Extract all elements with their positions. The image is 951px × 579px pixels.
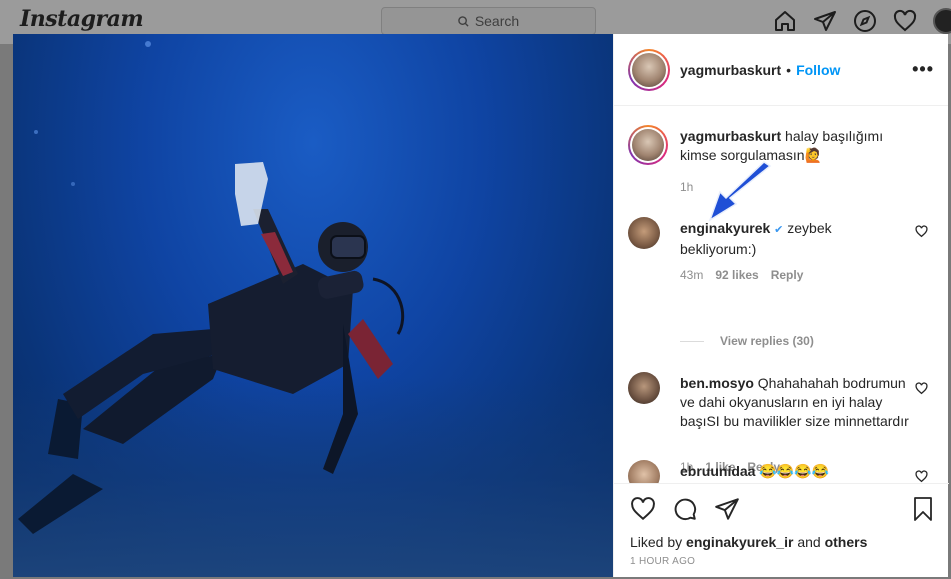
follow-button[interactable]: Follow — [796, 62, 840, 78]
separator-dot: • — [786, 61, 792, 78]
comment-body: enginakyurek ✔ zeybek bekliyorum:) — [680, 219, 910, 259]
avatar[interactable] — [628, 217, 660, 249]
activity-heart-icon[interactable] — [893, 9, 917, 33]
post-header: yagmurbaskurt • Follow ••• — [614, 34, 948, 106]
replies-divider — [680, 340, 704, 342]
liked-prefix: Liked by — [630, 534, 687, 550]
caption-text: yagmurbaskurt halay başılığımı kimse sor… — [680, 127, 910, 165]
home-icon[interactable] — [773, 9, 797, 33]
nav-icons — [773, 8, 951, 34]
post-timestamp[interactable]: 1 HOUR AGO — [630, 556, 695, 567]
comment-username[interactable]: ebruunidaa — [680, 463, 755, 479]
avatar[interactable] — [628, 460, 660, 483]
comments-list[interactable]: yagmurbaskurt halay başılığımı kimse sor… — [614, 107, 949, 483]
post-modal: yagmurbaskurt • Follow ••• yagmurbaskurt… — [13, 34, 949, 577]
diver-illustration — [18, 41, 405, 534]
liked-by-text: Liked by enginakyurek_ir and others — [630, 534, 867, 550]
comment-like-heart-icon[interactable] — [915, 382, 928, 395]
profile-avatar[interactable] — [933, 8, 951, 34]
comment-username[interactable]: ben.mosyo — [680, 375, 754, 391]
avatar[interactable] — [628, 372, 660, 404]
post-actions: Liked by enginakyurek_ir and others 1 HO… — [614, 483, 949, 577]
verified-badge-icon: ✔ — [774, 224, 784, 236]
search-icon — [458, 15, 469, 27]
liked-others[interactable]: others — [825, 534, 868, 550]
search-placeholder: Search — [474, 13, 520, 29]
explore-icon[interactable] — [853, 9, 877, 33]
comment-time[interactable]: 43m — [680, 268, 703, 282]
reply-button[interactable]: Reply — [771, 268, 804, 282]
more-options-button[interactable]: ••• — [912, 59, 934, 80]
bookmark-icon[interactable] — [911, 496, 935, 522]
comment-text: 😂😂😂😂 — [755, 463, 830, 479]
view-replies-label: View replies (30) — [720, 334, 814, 348]
action-icons — [630, 496, 740, 522]
comment-icon[interactable] — [672, 496, 698, 522]
comment-time[interactable]: 1h — [680, 180, 693, 194]
direct-icon[interactable] — [813, 9, 837, 33]
instagram-logo[interactable]: Instagram — [20, 6, 144, 32]
share-icon[interactable] — [714, 496, 740, 522]
comment-body: ebruunidaa 😂😂😂😂 — [680, 462, 910, 481]
liked-mid: and — [793, 534, 825, 550]
comment-likes[interactable]: 92 likes — [715, 268, 758, 282]
like-heart-icon[interactable] — [630, 496, 656, 522]
post-photo[interactable] — [13, 34, 613, 577]
comment-username[interactable]: yagmurbaskurt — [680, 128, 781, 144]
comment-like-heart-icon[interactable] — [915, 470, 928, 483]
comment-body: ben.mosyo Qhahahahah bodrumun ve dahi ok… — [680, 374, 910, 431]
author-avatar[interactable] — [628, 48, 670, 91]
post-sidebar: yagmurbaskurt • Follow ••• yagmurbaskurt… — [613, 34, 949, 577]
comment-meta: 1h — [680, 180, 693, 194]
search-input[interactable]: Search — [381, 7, 596, 35]
view-replies-button[interactable]: View replies (30) — [680, 334, 814, 348]
comment-meta: 43m 92 likes Reply — [680, 268, 803, 282]
caption-avatar[interactable] — [628, 125, 668, 165]
liked-by-user[interactable]: enginakyurek_ir — [686, 534, 793, 550]
comment-like-heart-icon[interactable] — [915, 225, 928, 238]
author-username[interactable]: yagmurbaskurt — [680, 62, 781, 78]
comment-username[interactable]: enginakyurek — [680, 220, 770, 236]
